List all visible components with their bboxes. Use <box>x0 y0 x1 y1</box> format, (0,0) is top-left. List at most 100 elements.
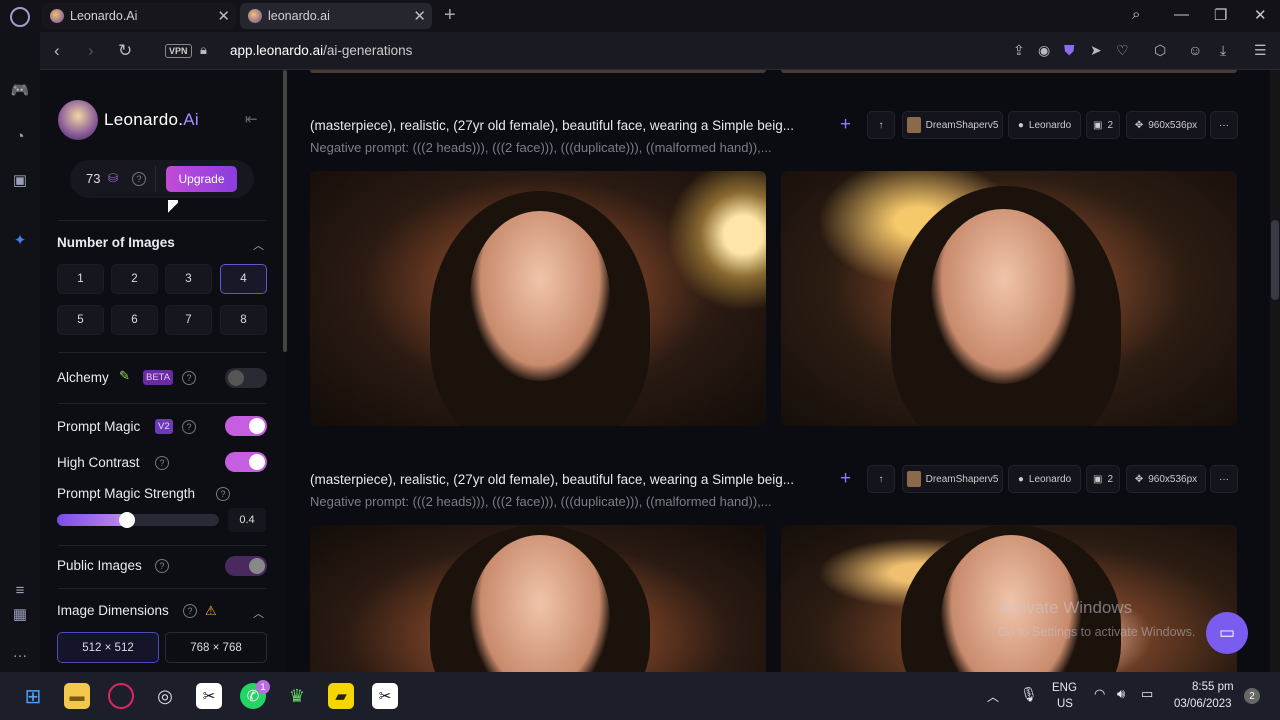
alchemy-toggle[interactable] <box>225 368 267 388</box>
notification-badge[interactable]: 2 <box>1244 688 1260 704</box>
collapse-panel-icon[interactable]: ⇤ <box>245 110 258 128</box>
chevron-up-icon[interactable]: ︿ <box>253 605 264 621</box>
help-icon[interactable]: ? <box>182 371 196 385</box>
generation-prompt[interactable]: (masterpiece), realistic, (27yr old fema… <box>310 472 825 487</box>
high-contrast-toggle[interactable] <box>225 452 267 472</box>
show-hidden-icons[interactable]: ︿ <box>987 688 999 705</box>
shield-icon[interactable]: ⛊ <box>1064 42 1075 59</box>
help-icon[interactable]: ? <box>182 420 196 434</box>
restore-icon[interactable]: ❐ <box>1214 6 1227 24</box>
number-option-1[interactable]: 1 <box>57 264 104 294</box>
language-bottom[interactable]: US <box>1057 698 1073 710</box>
model-chip[interactable]: DreamShaperv5 <box>902 111 1003 139</box>
more-options-icon[interactable]: ··· <box>1210 111 1238 139</box>
prompt-magic-toggle[interactable] <box>225 416 267 436</box>
url-field[interactable]: app.leonardo.ai/ai-generations <box>230 43 412 58</box>
battery-icon[interactable]: ▭ <box>1141 686 1153 702</box>
size-chip[interactable]: ✥ 960x536px <box>1126 465 1206 493</box>
more-icon[interactable]: … <box>10 642 30 662</box>
settings-sliders-icon[interactable]: ☰ <box>1254 42 1267 59</box>
number-option-2[interactable]: 2 <box>111 264 158 294</box>
upgrade-button[interactable]: Upgrade <box>166 166 237 192</box>
clock-time[interactable]: 8:55 pm <box>1192 681 1234 693</box>
dimension-512[interactable]: 512 × 512 <box>57 632 159 663</box>
generated-image[interactable] <box>781 171 1237 426</box>
capcut-icon[interactable]: ✂ <box>372 683 398 709</box>
search-tabs-icon[interactable]: ⌕ <box>1132 6 1140 23</box>
minimize-icon[interactable]: — <box>1174 6 1189 23</box>
download-icon[interactable]: ⤓ <box>1220 42 1226 59</box>
app-icon[interactable]: ♛ <box>284 683 310 709</box>
tab-leonardo-active[interactable]: leonardo.ai ✕ <box>240 3 432 29</box>
generated-image[interactable] <box>310 171 766 426</box>
help-icon[interactable]: ? <box>132 172 146 186</box>
add-icon[interactable]: + <box>840 468 851 490</box>
upscale-icon[interactable]: ↑ <box>867 465 895 493</box>
wifi-icon[interactable]: ◠ <box>1094 686 1105 702</box>
cube-icon[interactable]: ⬡ <box>1154 42 1166 59</box>
number-option-4[interactable]: 4 <box>220 264 267 294</box>
vpn-badge[interactable]: VPN <box>165 44 192 58</box>
number-option-8[interactable]: 8 <box>220 305 267 335</box>
clock-date[interactable]: 03/06/2023 <box>1174 698 1232 710</box>
help-icon[interactable]: ? <box>216 487 230 501</box>
style-chip[interactable]: ● Leonardo <box>1008 465 1081 493</box>
send-icon[interactable]: ➤ <box>1090 42 1102 59</box>
reload-icon[interactable]: ↻ <box>118 41 132 61</box>
microphone-icon[interactable]: 🎙︎ <box>1020 686 1038 703</box>
help-icon[interactable]: ? <box>183 604 197 618</box>
windows-start-icon[interactable]: ⊞ <box>20 683 46 709</box>
speedometer-icon[interactable]: ◔ <box>10 126 30 146</box>
add-icon[interactable]: + <box>840 114 851 136</box>
more-options-icon[interactable]: ··· <box>1210 465 1238 493</box>
chat-support-icon[interactable]: ▭ <box>1206 612 1248 654</box>
capcut-icon[interactable]: ✂ <box>196 683 222 709</box>
volume-icon[interactable]: 🔊︎ <box>1117 686 1125 702</box>
number-option-3[interactable]: 3 <box>165 264 212 294</box>
share-icon[interactable]: ⇪ <box>1013 42 1025 59</box>
tab-leonardo-ai[interactable]: Leonardo.Ai ✕ <box>42 3 236 29</box>
generation-prompt[interactable]: (masterpiece), realistic, (27yr old fema… <box>310 118 825 133</box>
messenger-icon[interactable]: ✦ <box>10 230 30 250</box>
new-tab-icon[interactable]: + <box>444 4 456 27</box>
briefcase-icon[interactable]: ▣ <box>10 170 30 190</box>
help-icon[interactable]: ? <box>155 559 169 573</box>
close-tab-icon[interactable]: ✕ <box>413 7 426 25</box>
close-tab-icon[interactable]: ✕ <box>217 7 230 25</box>
gamepad-icon[interactable]: 🎮 <box>10 80 30 100</box>
page-scrollbar-thumb[interactable] <box>1271 220 1279 300</box>
count-chip[interactable]: ▣ 2 <box>1086 465 1120 493</box>
count-chip[interactable]: ▣ 2 <box>1086 111 1120 139</box>
chevron-up-icon[interactable]: ︿ <box>253 237 264 253</box>
help-icon[interactable]: ? <box>155 456 169 470</box>
forward-icon[interactable]: › <box>88 41 94 61</box>
size-chip[interactable]: ✥ 960x536px <box>1126 111 1206 139</box>
strength-value[interactable]: 0.4 <box>228 508 266 532</box>
close-window-icon[interactable]: ✕ <box>1254 6 1267 24</box>
language-top[interactable]: ENG <box>1052 682 1077 694</box>
upscale-icon[interactable]: ↑ <box>867 111 895 139</box>
public-images-toggle[interactable] <box>225 556 267 576</box>
model-chip[interactable]: DreamShaperv5 <box>902 465 1003 493</box>
lock-icon[interactable]: 🔒︎ <box>200 42 207 58</box>
page-scrollbar[interactable] <box>1270 70 1280 672</box>
sticky-notes-icon[interactable]: ▰ <box>328 683 354 709</box>
profile-icon[interactable]: ☺ <box>1188 42 1202 58</box>
file-explorer-icon[interactable]: ▬ <box>64 683 90 709</box>
camera-icon[interactable]: ◉ <box>1038 42 1050 59</box>
number-option-5[interactable]: 5 <box>57 305 104 335</box>
number-option-6[interactable]: 6 <box>111 305 158 335</box>
panel-scrollbar[interactable] <box>283 70 287 352</box>
style-chip[interactable]: ● Leonardo <box>1008 111 1081 139</box>
opera-logo-icon[interactable] <box>10 7 30 27</box>
back-icon[interactable]: ‹ <box>54 41 60 61</box>
chip-icon[interactable]: ▦ <box>10 604 30 624</box>
strength-slider-handle[interactable] <box>119 512 135 528</box>
obs-icon[interactable]: ◎ <box>152 683 178 709</box>
opera-browser-icon[interactable] <box>108 683 134 709</box>
dimension-768[interactable]: 768 × 768 <box>165 632 267 663</box>
heart-icon[interactable]: ♡ <box>1116 42 1129 59</box>
generated-image[interactable] <box>310 525 766 672</box>
layers-icon[interactable]: ≡ <box>10 580 30 600</box>
number-option-7[interactable]: 7 <box>165 305 212 335</box>
